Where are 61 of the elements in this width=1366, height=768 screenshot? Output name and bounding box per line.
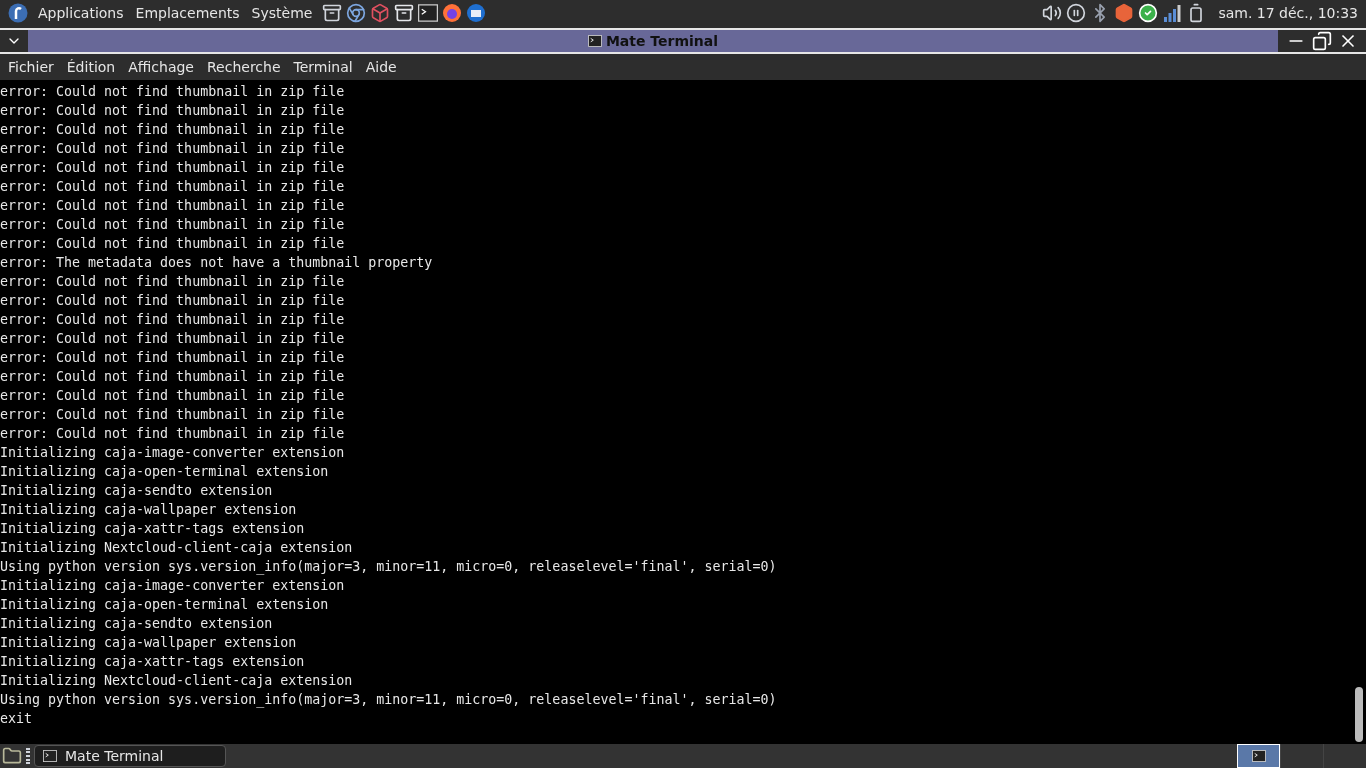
menu-item[interactable]: Recherche	[201, 56, 287, 78]
terminal-line: Initializing caja-xattr-tags extension	[0, 520, 305, 538]
check-icon[interactable]	[1138, 3, 1159, 23]
clock[interactable]: sam. 17 déc., 10:33	[1218, 2, 1358, 24]
terminal-line: error: Could not find thumbnail in zip file	[0, 83, 345, 101]
terminal-line: Initializing caja-open-terminal extension	[0, 463, 329, 481]
terminal-line: error: Could not find thumbnail in zip file	[0, 292, 345, 310]
pause-icon[interactable]	[1066, 3, 1087, 23]
terminal-line: error: Could not find thumbnail in zip file	[0, 159, 345, 177]
terminal-line: Using python version sys.version_info(major=3, minor=11, micro=0, releaselevel='final', serial=0)	[0, 558, 777, 576]
terminal-line: Initializing Nextcloud-client-caja extension	[0, 672, 353, 690]
menu-item[interactable]: Aide	[359, 56, 403, 78]
panel-menu[interactable]: Système	[245, 2, 319, 24]
terminal-line: Initializing caja-xattr-tags extension	[0, 653, 305, 671]
menu-item[interactable]: Terminal	[287, 56, 359, 78]
signal-bars-icon[interactable]	[1162, 3, 1183, 23]
terminal-line: error: Could not find thumbnail in zip file	[0, 368, 345, 386]
maximize-icon[interactable]	[1312, 31, 1332, 51]
terminal-line: Initializing caja-image-converter extension	[0, 444, 345, 462]
terminal-line: error: Could not find thumbnail in zip file	[0, 349, 345, 367]
terminal-line: error: Could not find thumbnail in zip file	[0, 425, 345, 443]
terminal-line: exit	[0, 710, 33, 728]
cube-icon[interactable]	[370, 3, 391, 23]
terminal-line: error: Could not find thumbnail in zip file	[0, 197, 345, 215]
terminal-line: error: Could not find thumbnail in zip file	[0, 330, 345, 348]
terminal-line: Initializing caja-sendto extension	[0, 615, 273, 633]
panel-menu[interactable]: Emplacements	[129, 2, 246, 24]
panel-menu[interactable]: Applications	[32, 2, 130, 24]
terminal-line: Using python version sys.version_info(major=3, minor=11, micro=0, releaselevel='final', serial=0)	[0, 691, 777, 709]
menu-item[interactable]: Édition	[60, 56, 122, 78]
terminal-line: error: Could not find thumbnail in zip file	[0, 387, 345, 405]
terminal-line: error: Could not find thumbnail in zip file	[0, 406, 345, 424]
terminal-line: error: Could not find thumbnail in zip file	[0, 216, 345, 234]
menu-item[interactable]: Affichage	[122, 56, 200, 78]
scrollbar-thumb[interactable]	[1355, 687, 1363, 742]
terminal-line: Initializing caja-wallpaper extension	[0, 501, 297, 519]
terminal-icon	[1251, 750, 1266, 762]
window-title: Mate Terminal	[605, 31, 719, 51]
show-desktop-icon[interactable]	[2, 746, 22, 766]
terminal-line: error: Could not find thumbnail in zip file	[0, 178, 345, 196]
terminal-line: Initializing caja-open-terminal extension	[0, 596, 329, 614]
terminal-line: Initializing caja-sendto extension	[0, 482, 273, 500]
terminal-icon	[418, 4, 439, 22]
terminal-icon	[587, 35, 602, 47]
browser-icon[interactable]	[346, 3, 367, 23]
terminal-line: Initializing caja-image-converter extension	[0, 577, 345, 595]
terminal-line: Initializing caja-wallpaper extension	[0, 634, 297, 652]
distro-logo-icon[interactable]	[8, 3, 28, 23]
terminal-icon	[43, 750, 57, 762]
terminal-line: error: The metadata does not have a thumbnail property	[0, 254, 433, 272]
menu-item[interactable]: Fichier	[2, 56, 60, 78]
terminal-line: error: Could not find thumbnail in zip file	[0, 311, 345, 329]
terminal-line: error: Could not find thumbnail in zip file	[0, 235, 345, 253]
terminal-line: error: Could not find thumbnail in zip file	[0, 273, 345, 291]
terminal-line: Initializing Nextcloud-client-caja extension	[0, 539, 353, 557]
terminal-line: error: Could not find thumbnail in zip file	[0, 140, 345, 158]
hexagon-icon[interactable]	[1114, 3, 1135, 23]
speaker-icon[interactable]	[1042, 3, 1063, 23]
terminal-line: error: Could not find thumbnail in zip file	[0, 121, 345, 139]
taskbar-button[interactable]: Mate Terminal	[34, 745, 226, 767]
terminal-line: error: Could not find thumbnail in zip file	[0, 102, 345, 120]
